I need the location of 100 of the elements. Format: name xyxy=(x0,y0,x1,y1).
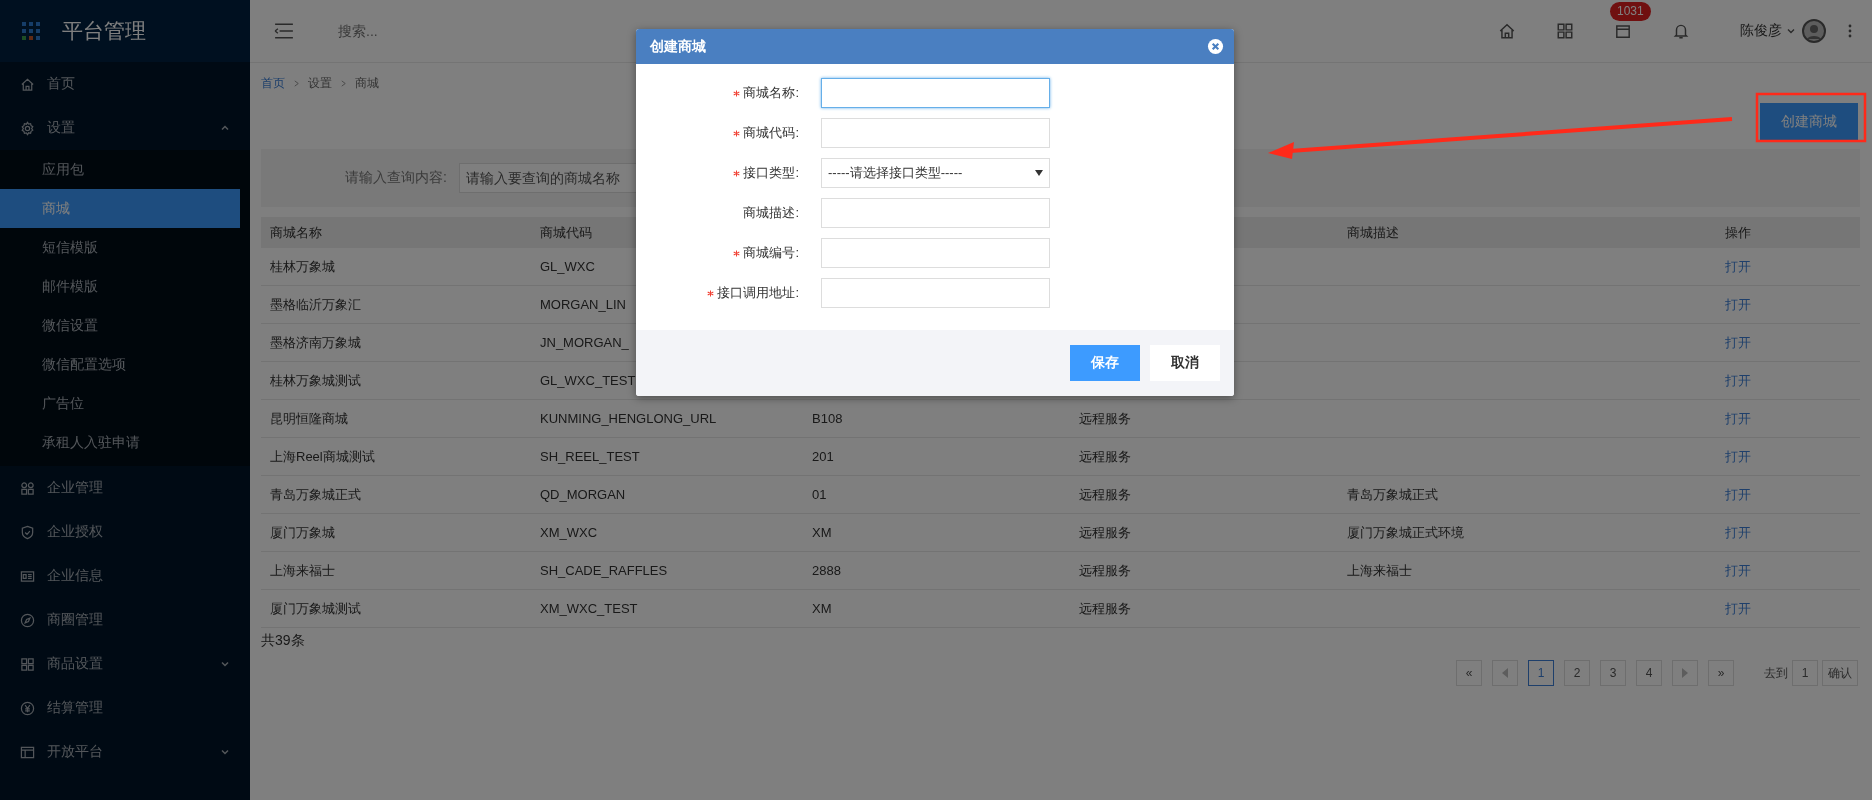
page-button[interactable]: 4 xyxy=(1636,660,1662,686)
logo-icon xyxy=(22,22,40,40)
left-triangle-icon xyxy=(1501,668,1509,678)
sidebar-subitem[interactable]: 承租人入驻申请 xyxy=(0,423,240,462)
sidebar-item[interactable]: 商圈管理 xyxy=(0,598,250,642)
page-field[interactable]: 1 xyxy=(1792,660,1818,686)
last-page-button[interactable]: » xyxy=(1708,660,1734,686)
breadcrumb-separator-icon xyxy=(293,79,300,87)
user-menu[interactable]: 陈俊彦 xyxy=(1740,22,1782,40)
field-label: 商城编号: xyxy=(743,244,799,262)
dialog-title: 创建商城 xyxy=(650,37,706,56)
table-cell: JN_MORGAN_ xyxy=(540,335,629,350)
table-cell: 远程服务 xyxy=(1079,448,1131,464)
shield-icon xyxy=(20,524,35,540)
sidebar-item[interactable]: 结算管理 xyxy=(0,686,250,730)
sidebar-subitem[interactable]: 邮件模版 xyxy=(0,267,240,306)
open-link[interactable]: 打开 xyxy=(1725,372,1751,388)
open-link[interactable]: 打开 xyxy=(1725,410,1751,426)
home-icon xyxy=(20,76,35,92)
page-button[interactable]: 1 xyxy=(1528,660,1554,686)
open-link[interactable]: 打开 xyxy=(1725,562,1751,578)
query-label: 请输入查询内容: xyxy=(345,169,447,187)
page-button[interactable]: 2 xyxy=(1564,660,1590,686)
open-link[interactable]: 打开 xyxy=(1725,486,1751,502)
sidebar-item[interactable]: 设置 xyxy=(0,106,250,150)
column-header: 商城代码 xyxy=(540,224,592,240)
table-cell: 远程服务 xyxy=(1079,486,1131,502)
table-cell: KUNMING_HENGLONG_URL xyxy=(540,411,717,426)
table-cell: 青岛万象城正式 xyxy=(1347,486,1438,502)
sidebar-subitem[interactable]: 商城 xyxy=(0,189,240,228)
open-link[interactable]: 打开 xyxy=(1725,524,1751,540)
column-header: 操作 xyxy=(1725,224,1751,240)
grid-icon[interactable] xyxy=(1556,22,1574,40)
open-link[interactable]: 打开 xyxy=(1725,600,1751,616)
select-field[interactable]: -----请选择接口类型----- xyxy=(821,158,1050,188)
cancel-button[interactable]: 取消 xyxy=(1150,345,1220,381)
table-cell: 上海来福士 xyxy=(270,562,335,578)
field-label: 商城描述: xyxy=(743,204,799,222)
sidebar-subitem[interactable]: 微信配置选项 xyxy=(0,345,240,384)
table-cell: 远程服务 xyxy=(1079,410,1131,426)
table-cell: 2888 xyxy=(812,563,841,578)
circles-icon xyxy=(20,480,35,496)
sidebar-item[interactable]: 首页 xyxy=(0,62,250,106)
save-button[interactable]: 保存 xyxy=(1070,345,1140,381)
table-cell: GL_WXC_TEST xyxy=(540,373,636,388)
table-cell: 厦门万象城测试 xyxy=(270,600,361,616)
table-cell: 昆明恒隆商城 xyxy=(270,410,348,426)
table-cell: 桂林万象城 xyxy=(270,258,335,274)
yen-icon xyxy=(20,700,35,716)
close-icon[interactable] xyxy=(1207,38,1224,55)
caret-icon xyxy=(1786,26,1796,36)
bell-icon[interactable] xyxy=(1672,22,1690,40)
table-cell: SH_CADE_RAFFLES xyxy=(540,563,668,578)
table-cell: 上海Reel商城测试 xyxy=(270,448,375,464)
app-title: 平台管理 xyxy=(62,18,146,44)
table-cell: MORGAN_LIN xyxy=(540,297,626,312)
home-icon[interactable] xyxy=(1498,22,1516,40)
total-count: 共39条 xyxy=(261,631,306,650)
table-cell: 青岛万象城正式 xyxy=(270,486,361,502)
create-button[interactable]: 创建商城 xyxy=(1760,103,1858,141)
input-field[interactable] xyxy=(821,78,1050,108)
table-cell: 墨格济南万象城 xyxy=(270,334,361,350)
sidebar-item[interactable]: 商品设置 xyxy=(0,642,250,686)
table-cell: XM_WXC xyxy=(540,525,598,540)
avatar[interactable] xyxy=(1802,19,1826,43)
table-cell: 01 xyxy=(812,487,827,502)
column-header: 商城描述 xyxy=(1347,224,1399,240)
table-cell: 远程服务 xyxy=(1079,524,1131,540)
sidebar-item[interactable]: 企业信息 xyxy=(0,554,250,598)
sidebar-subitem[interactable]: 广告位 xyxy=(0,384,240,423)
field-label: 商城名称: xyxy=(743,84,799,102)
breadcrumb-separator-icon xyxy=(340,79,347,87)
open-link[interactable]: 打开 xyxy=(1725,448,1751,464)
first-page-button[interactable]: « xyxy=(1456,660,1482,686)
table-cell: 远程服务 xyxy=(1079,562,1131,578)
field-label: 接口调用地址: xyxy=(717,284,799,302)
more-icon[interactable] xyxy=(1848,23,1852,39)
table-cell: QD_MORGAN xyxy=(540,487,626,502)
page-button[interactable]: 3 xyxy=(1600,660,1626,686)
sidebar-item[interactable]: 企业授权 xyxy=(0,510,250,554)
sidebar-item[interactable]: 开放平台 xyxy=(0,730,250,774)
sidebar-subitem[interactable]: 微信设置 xyxy=(0,306,240,345)
id-card-icon xyxy=(20,568,35,584)
notification-badge: 1031 xyxy=(1610,2,1651,21)
sidebar-subitem[interactable]: 应用包 xyxy=(0,150,240,189)
box-icon[interactable] xyxy=(1614,22,1632,40)
open-link[interactable]: 打开 xyxy=(1725,334,1751,350)
confirm-button[interactable]: 确认 xyxy=(1822,660,1858,686)
menu-icon[interactable] xyxy=(274,23,294,39)
right-triangle-icon xyxy=(1681,668,1689,678)
sidebar-subitem[interactable]: 短信模版 xyxy=(0,228,240,267)
open-link[interactable]: 打开 xyxy=(1725,258,1751,274)
table-cell: B108 xyxy=(812,411,843,426)
table-cell: 远程服务 xyxy=(1079,600,1131,616)
open-link[interactable]: 打开 xyxy=(1725,296,1751,312)
breadcrumb-item[interactable]: 首页 xyxy=(261,74,285,92)
sidebar-item[interactable]: 企业管理 xyxy=(0,466,250,510)
table-cell: 厦门万象城 xyxy=(270,524,335,540)
table-cell: 厦门万象城正式环境 xyxy=(1347,524,1464,540)
table-cell: 上海来福士 xyxy=(1347,562,1412,578)
